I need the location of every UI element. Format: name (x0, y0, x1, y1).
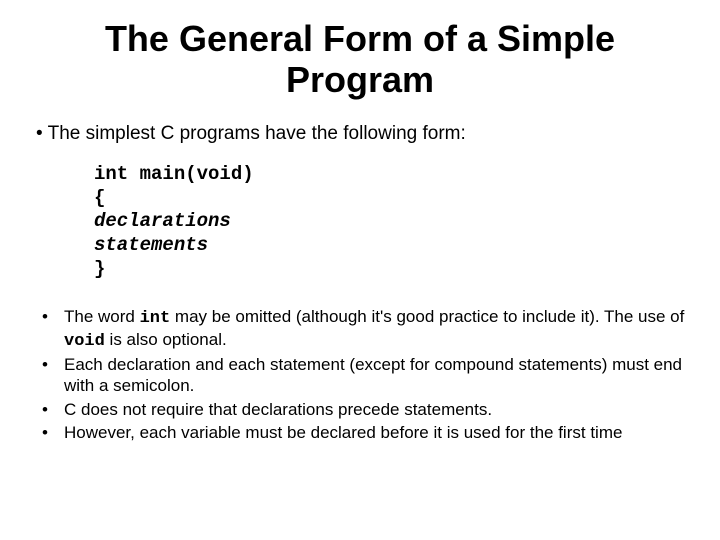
list-item: • However, each variable must be declare… (42, 422, 690, 443)
list-item: • The word int may be omitted (although … (42, 306, 690, 353)
text-segment: is also optional. (105, 330, 227, 349)
list-item-text: The word int may be omitted (although it… (64, 306, 690, 353)
bullet-dot: • (42, 422, 64, 443)
text-segment: The word (64, 307, 140, 326)
code-line-2: { (94, 187, 690, 211)
keyword-int: int (140, 309, 171, 328)
bullet-dot: • (42, 354, 64, 397)
list-item-text: However, each variable must be declared … (64, 422, 690, 443)
code-block: int main(void) { declarations statements… (94, 163, 690, 282)
bullet-dot: • (42, 399, 64, 420)
code-line-1: int main(void) (94, 163, 690, 187)
keyword-void: void (64, 332, 105, 351)
code-line-5: } (94, 258, 690, 282)
code-line-4: statements (94, 234, 690, 258)
list-item-text: Each declaration and each statement (exc… (64, 354, 690, 397)
slide-title: The General Form of a Simple Program (30, 18, 690, 101)
intro-line: The simplest C programs have the followi… (36, 123, 690, 145)
list-item: • Each declaration and each statement (e… (42, 354, 690, 397)
bullet-list: • The word int may be omitted (although … (42, 306, 690, 444)
bullet-dot: • (42, 306, 64, 353)
code-line-3: declarations (94, 210, 690, 234)
text-segment: may be omitted (although it's good pract… (170, 307, 684, 326)
list-item-text: C does not require that declarations pre… (64, 399, 690, 420)
list-item: • C does not require that declarations p… (42, 399, 690, 420)
